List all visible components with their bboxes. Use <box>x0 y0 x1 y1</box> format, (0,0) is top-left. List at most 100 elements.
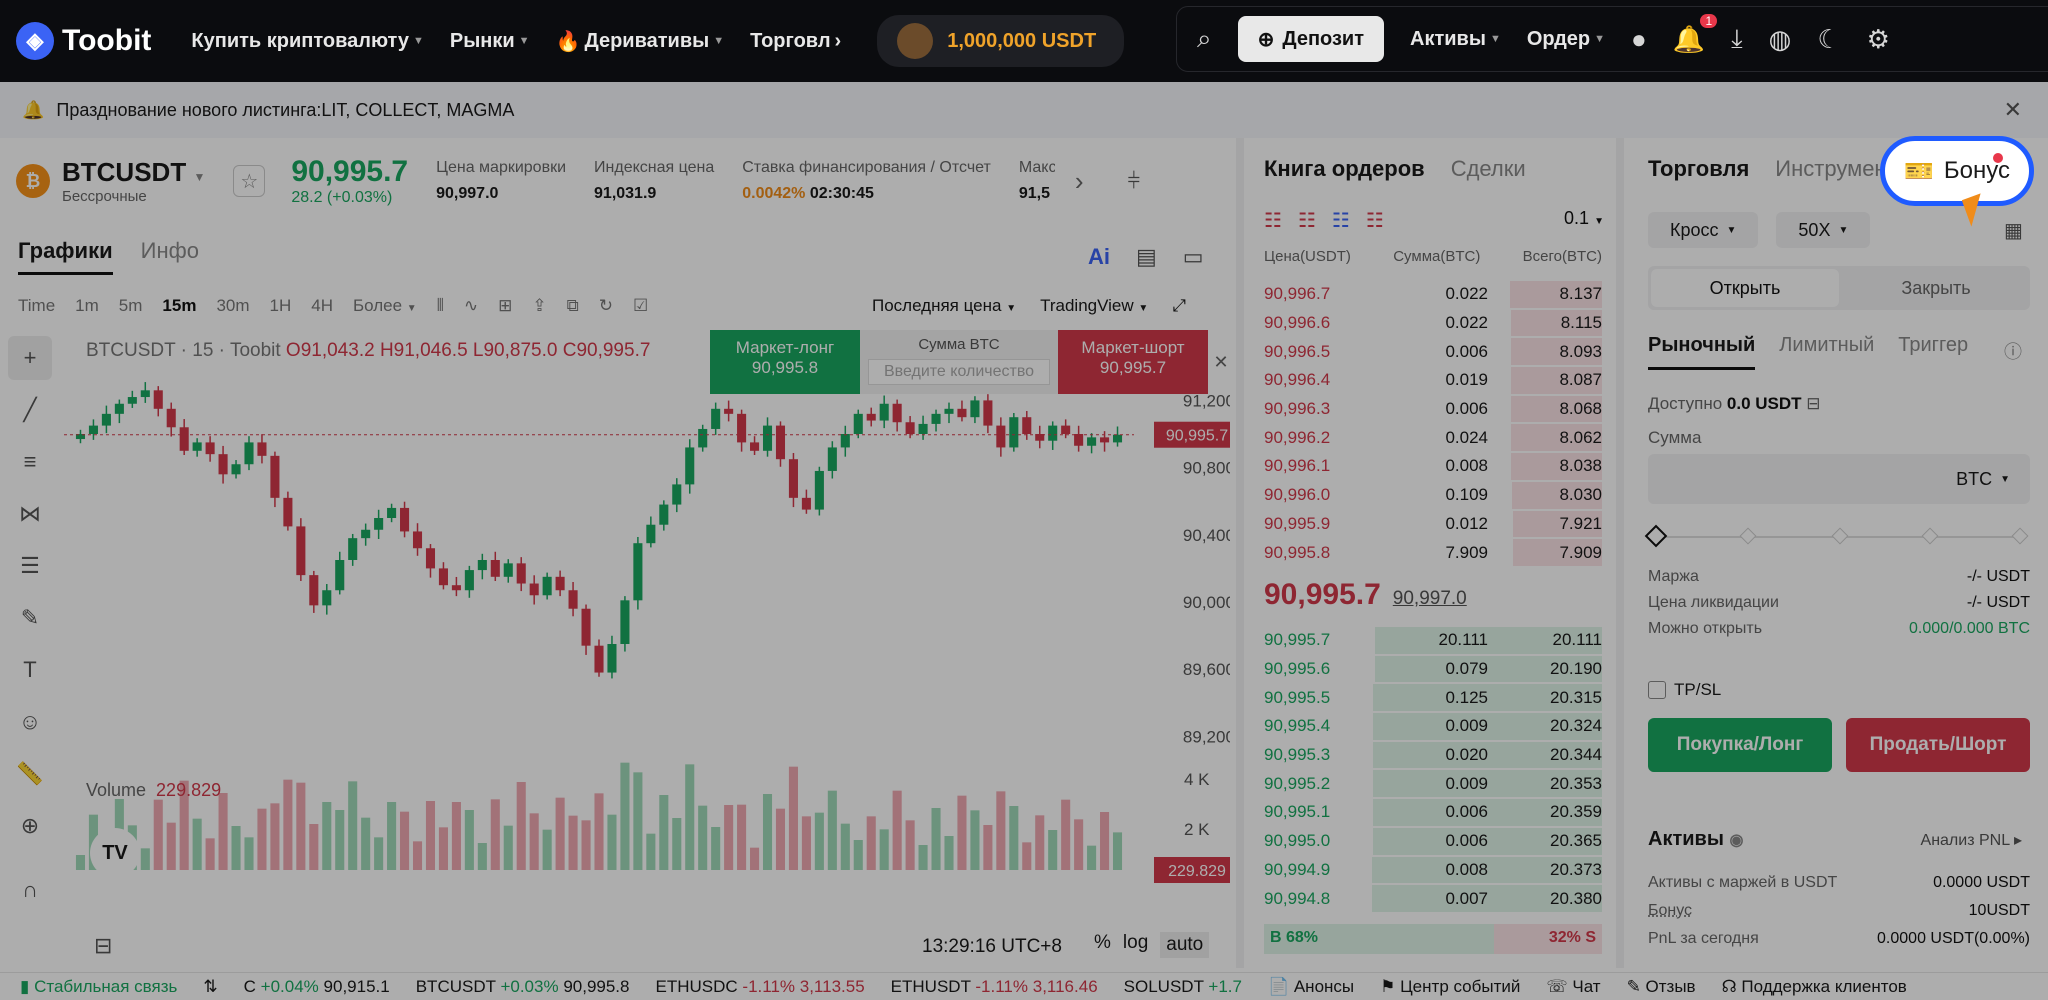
tab-trade[interactable]: Торговля <box>1648 156 1749 182</box>
promo-pill[interactable]: 1,000,000 USDT <box>877 15 1125 67</box>
trendline-icon[interactable]: ╱ <box>8 388 52 432</box>
price-type-select[interactable]: Последняя цена ▼ <box>872 296 1016 316</box>
refresh-icon[interactable]: ↻ <box>599 296 613 316</box>
tf-4h[interactable]: 4H <box>311 296 333 316</box>
slider-mark[interactable] <box>1921 527 1939 545</box>
bid-row[interactable]: 90,995.3 0.020 20.344 <box>1264 741 1602 770</box>
favorite-star-icon[interactable]: ☆ <box>233 165 266 197</box>
tpsl-checkbox[interactable]: TP/SL <box>1648 680 1721 700</box>
tf-30m[interactable]: 30m <box>216 296 249 316</box>
bid-row[interactable]: 90,994.9 0.008 20.373 <box>1264 856 1602 885</box>
tf-more[interactable]: Более ▼ <box>353 296 417 316</box>
moon-icon[interactable]: ☾ <box>1817 24 1840 55</box>
crosshair-icon[interactable]: + <box>8 336 52 380</box>
deposit-button[interactable]: ⊕ Депозит <box>1237 16 1385 62</box>
close-icon[interactable]: ✕ <box>1208 330 1234 394</box>
log-scale-button[interactable]: log <box>1123 932 1148 958</box>
tab-trades[interactable]: Сделки <box>1451 156 1526 182</box>
magnet-icon[interactable]: ∩ <box>8 868 52 912</box>
candlestick-chart[interactable]: 91,200.0 90,800.0 90,400.0 90,000.0 89,600.0… <box>64 330 1230 890</box>
ask-row[interactable]: 90,996.1 0.008 8.038 <box>1264 452 1602 481</box>
grid-icon[interactable]: ⊞ <box>498 296 512 316</box>
sell-short-button[interactable]: Продать/Шорт <box>1846 718 2030 772</box>
bid-row[interactable]: 90,995.5 0.125 20.315 <box>1264 683 1602 712</box>
slider-handle[interactable] <box>1644 524 1668 548</box>
pattern-icon[interactable]: ⋈ <box>8 492 52 536</box>
zoom-icon[interactable]: ⊕ <box>8 804 52 848</box>
footer-link-chat[interactable]: ☏ Чат <box>1546 977 1600 997</box>
tab-charts[interactable]: Графики <box>18 238 113 275</box>
nav-assets[interactable]: Активы ▼ <box>1410 28 1501 51</box>
candle-type-icon[interactable]: ⫴ <box>437 296 444 316</box>
book-both-icon[interactable]: ☷ <box>1264 208 1282 233</box>
search-icon[interactable]: ⌕ <box>1197 23 1212 55</box>
tab-trigger[interactable]: Триггер <box>1898 334 1968 370</box>
amount-unit[interactable]: BTC <box>1956 469 1992 490</box>
footer-link-feedback[interactable]: ✎ Отзыв <box>1627 977 1696 997</box>
market-short-button[interactable]: Маркет-шорт 90,995.7 <box>1058 330 1208 394</box>
ask-row[interactable]: 90,996.0 0.109 8.030 <box>1264 481 1602 510</box>
nav-markets[interactable]: Рынки ▼ <box>450 30 530 53</box>
book-trades-icon[interactable]: ☷ <box>1366 208 1384 233</box>
slider-mark[interactable] <box>1831 527 1849 545</box>
brush-icon[interactable]: ✎ <box>8 596 52 640</box>
amount-slider[interactable] <box>1644 524 2029 548</box>
buy-long-button[interactable]: Покупка/Лонг <box>1648 718 1832 772</box>
ask-row[interactable]: 90,996.4 0.019 8.087 <box>1264 366 1602 395</box>
ask-row[interactable]: 90,996.6 0.022 8.115 <box>1264 309 1602 338</box>
tf-15m[interactable]: 15m <box>162 296 196 316</box>
nav-trade[interactable]: Торговл › <box>750 30 841 53</box>
symbol-selector[interactable]: BTCUSDT ▼ Бессрочные <box>62 157 205 205</box>
bid-row[interactable]: 90,995.1 0.006 20.359 <box>1264 798 1602 827</box>
ask-row[interactable]: 90,996.5 0.006 8.093 <box>1264 337 1602 366</box>
footer-link-announcements[interactable]: 📄 Анонсы <box>1268 977 1354 997</box>
calendar-icon[interactable]: ⊟ <box>94 933 112 959</box>
horizontal-lines-icon[interactable]: ≡ <box>8 440 52 484</box>
ask-row[interactable]: 90,995.8 7.909 7.909 <box>1264 538 1602 567</box>
step-select[interactable]: 0.1 ▼ <box>1564 208 1604 233</box>
slider-mark[interactable] <box>1739 527 1757 545</box>
tf-time[interactable]: Time <box>18 296 55 316</box>
footer-link-support[interactable]: ☊ Поддержка клиентов <box>1722 977 1907 997</box>
bonus-button[interactable]: 🎫 Бонус <box>1880 136 2034 206</box>
checklist-icon[interactable]: ☑ <box>633 296 648 316</box>
screenshot-icon[interactable]: ⧉ <box>567 296 579 316</box>
chevron-right-icon[interactable]: › <box>1075 166 1084 197</box>
settings-sliders-icon[interactable]: ⫩ <box>1128 168 1141 194</box>
bid-row[interactable]: 90,995.0 0.006 20.365 <box>1264 827 1602 856</box>
pnl-analysis-link[interactable]: Анализ PNL ▸ <box>1921 830 2022 850</box>
market-long-button[interactable]: Маркет-лонг 90,995.8 <box>710 330 860 394</box>
fullscreen-icon[interactable]: ⤢ <box>1172 296 1186 316</box>
emoji-icon[interactable]: ☺ <box>8 700 52 744</box>
bid-row[interactable]: 90,995.7 20.111 20.111 <box>1264 626 1602 655</box>
text-icon[interactable]: T <box>8 648 52 692</box>
user-icon[interactable]: ● <box>1631 24 1647 55</box>
layout-icon[interactable]: ▭ <box>1183 244 1204 270</box>
tab-tools[interactable]: Инструмен <box>1775 156 1886 182</box>
ask-row[interactable]: 90,996.3 0.006 8.068 <box>1264 395 1602 424</box>
eye-icon[interactable]: ◉ <box>1729 832 1743 849</box>
bid-row[interactable]: 90,995.4 0.009 20.324 <box>1264 712 1602 741</box>
gear-icon[interactable]: ⚙ <box>1867 24 1890 55</box>
logo[interactable]: ◈ Toobit <box>16 22 151 60</box>
close-icon[interactable]: ✕ <box>2004 97 2022 123</box>
bid-row[interactable]: 90,995.6 0.079 20.190 <box>1264 655 1602 684</box>
indicator-icon[interactable]: ∿ <box>464 296 478 316</box>
auto-scale-button[interactable]: auto <box>1160 932 1210 958</box>
ai-icon[interactable]: Ai <box>1088 244 1110 270</box>
mark-price[interactable]: 90,997.0 <box>1393 588 1467 610</box>
checkbox-box[interactable] <box>1648 681 1666 699</box>
bid-row[interactable]: 90,995.2 0.009 20.353 <box>1264 769 1602 798</box>
view-select[interactable]: TradingView ▼ <box>1040 296 1148 316</box>
slider-mark[interactable] <box>2011 527 2029 545</box>
tradingview-logo[interactable]: TV <box>90 828 140 878</box>
open-tab[interactable]: Открыть <box>1651 269 1839 307</box>
bid-row[interactable]: 90,994.8 0.007 20.380 <box>1264 884 1602 913</box>
info-icon[interactable]: ⓘ <box>2004 338 2022 364</box>
calculator-icon[interactable]: ▦ <box>2004 218 2023 243</box>
footer-ticker[interactable]: BTCUSDT +0.03% 90,995.8 <box>416 977 630 997</box>
nav-derivatives[interactable]: 🔥 Деривативы ▼ <box>556 29 725 54</box>
footer-ticker[interactable]: ETHUSDT -1.11% 3,116.46 <box>891 977 1098 997</box>
ask-row[interactable]: 90,995.9 0.012 7.921 <box>1264 510 1602 539</box>
document-icon[interactable]: ▤ <box>1136 244 1157 270</box>
